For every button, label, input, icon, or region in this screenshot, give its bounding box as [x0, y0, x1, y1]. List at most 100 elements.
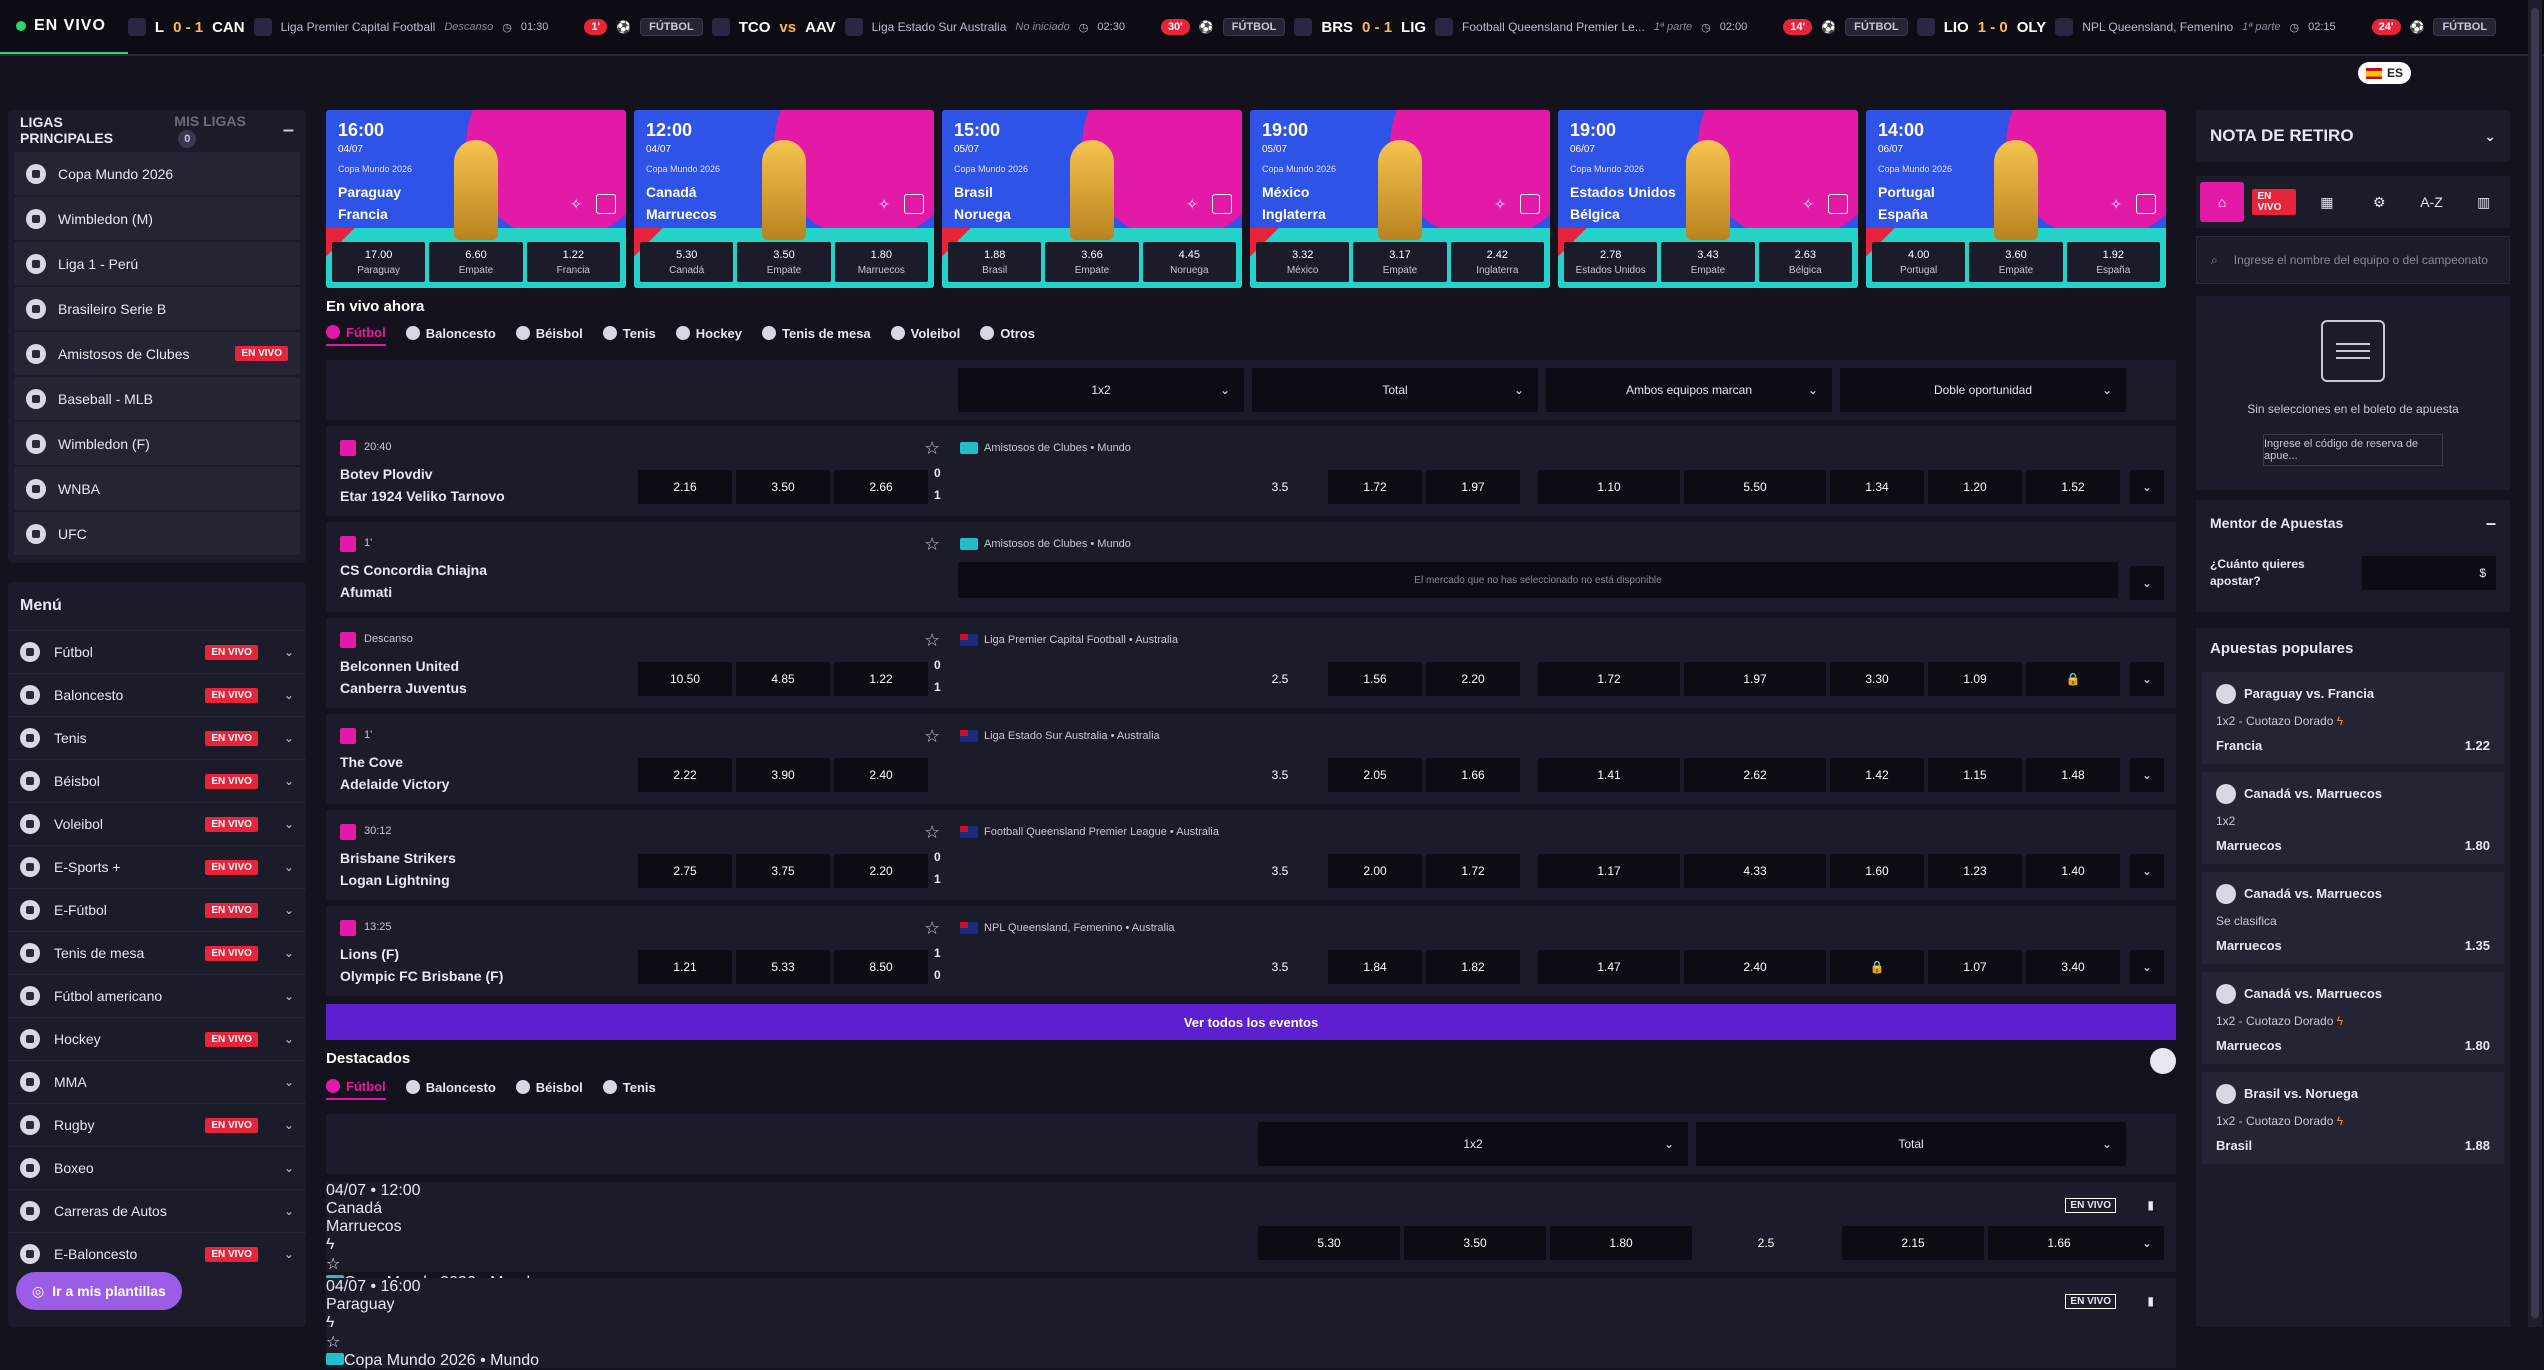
odd-button[interactable]: 1.20 — [1928, 470, 2022, 504]
odd-button[interactable]: 3.75 — [736, 854, 830, 888]
expand-icon[interactable]: ⌄ — [2130, 950, 2164, 984]
odd-button[interactable]: 3.30 — [1830, 662, 1924, 696]
featured-row[interactable]: 04/07 • 16:00 Paraguay ϟ ☆ Copa Mundo 2026 •… — [326, 1278, 2176, 1369]
menu-item[interactable]: Rugby EN VIVO ⌄ — [8, 1103, 306, 1146]
odd-button[interactable]: 2.15 — [1842, 1226, 1984, 1260]
expand-icon[interactable]: ⌄ — [2130, 470, 2164, 504]
promo-card[interactable]: 19:00 05/07 Copa Mundo 2026 México Inglaterr… — [1250, 110, 1550, 288]
odd-button[interactable]: 1.72 — [1426, 854, 1520, 888]
match-row[interactable]: 13:25 Lions (F) Olympic FC Brisbane (F) 1 0 ☆… — [326, 906, 2176, 996]
odd-button[interactable]: 2.78 Estados Unidos — [1564, 242, 1658, 282]
odd-button[interactable]: 1.52 — [2026, 470, 2120, 504]
odd-button[interactable]: 1.40 — [2026, 854, 2120, 888]
match-row[interactable]: 30:12 Brisbane Strikers Logan Lightning 0 1 ☆… — [326, 810, 2176, 900]
menu-item[interactable]: Hockey EN VIVO ⌄ — [8, 1017, 306, 1060]
popular-odd[interactable]: 1.22 — [2465, 738, 2490, 753]
odd-button[interactable]: 5.30 Canadá — [640, 242, 734, 282]
odd-button[interactable]: 3.17 Empate — [1353, 242, 1447, 282]
tab-sport[interactable]: Baloncesto — [405, 1074, 496, 1100]
menu-item[interactable]: Baloncesto EN VIVO ⌄ — [8, 673, 306, 716]
menu-item[interactable]: Tenis de mesa EN VIVO ⌄ — [8, 931, 306, 974]
ticker-item[interactable]: 14' ⚽ FÚTBOL LIO 1 - 0 OLY NPL Queensland, Fem… — [1783, 18, 2371, 36]
menu-item[interactable]: Fútbol americano ⌄ — [8, 974, 306, 1017]
collapse-icon[interactable]: – — [283, 119, 294, 142]
tab-sport[interactable]: Voleibol — [890, 320, 960, 346]
odd-button[interactable]: 3.32 México — [1256, 242, 1350, 282]
favorite-star-icon[interactable]: ☆ — [924, 630, 940, 651]
tab-sport[interactable]: Tenis — [602, 1074, 656, 1100]
league-item[interactable]: Wimbledon (F) — [14, 422, 300, 465]
odd-button[interactable]: 1.10 — [1538, 470, 1680, 504]
odd-button[interactable]: 2.42 Inglaterra — [1450, 242, 1544, 282]
odd-button[interactable]: 1.56 — [1328, 662, 1422, 696]
tab-my-leagues[interactable]: MIS LIGAS0 — [174, 113, 267, 148]
promo-card[interactable]: 16:00 04/07 Copa Mundo 2026 Paraguay Francia… — [326, 110, 626, 288]
odd-button[interactable]: 4.85 — [736, 662, 830, 696]
popular-bet[interactable]: Brasil vs. Noruega 1x2 - Cuotazo Dorado ϟ… — [2202, 1072, 2504, 1164]
expand-icon[interactable]: ⌄ — [2130, 566, 2164, 600]
menu-item[interactable]: E-Baloncesto EN VIVO ⌄ — [8, 1232, 306, 1275]
match-row[interactable]: Descanso Belconnen United Canberra Juventu… — [326, 618, 2176, 708]
odd-button[interactable]: 1.66 — [1426, 758, 1520, 792]
tab-a-z[interactable]: A-Z — [2409, 182, 2453, 222]
odd-button[interactable]: 5.50 — [1684, 470, 1826, 504]
stats-icon[interactable]: ▥ — [2462, 182, 2506, 222]
odd-button[interactable]: 5.30 — [1258, 1226, 1400, 1260]
odd-button[interactable]: 1.42 — [1830, 758, 1924, 792]
match-row[interactable]: 1' The Cove Adelaide Victory ☆ Liga Estado S… — [326, 714, 2176, 804]
favorite-star-icon[interactable]: ☆ — [924, 438, 940, 459]
tab-sport[interactable]: Tenis de mesa — [762, 320, 871, 346]
odd-button[interactable]: 2.66 — [834, 470, 928, 504]
popular-odd[interactable]: 1.88 — [2465, 1138, 2490, 1153]
ticker-item[interactable]: 30' ⚽ FÚTBOL BRS 0 - 1 LIG Football Queensland… — [1160, 18, 1783, 36]
tab-sport[interactable]: Baloncesto — [405, 320, 496, 346]
tab-sport[interactable]: Hockey — [675, 320, 742, 346]
odd-button[interactable]: 3.50 Empate — [737, 242, 831, 282]
match-row[interactable]: 1' CS Concordia Chiajna Afumati ☆ Amistosos … — [326, 522, 2176, 612]
match-row[interactable]: 20:40 Botev Plovdiv Etar 1924 Veliko Tarno… — [326, 426, 2176, 516]
odd-button[interactable]: 3.40 — [2026, 950, 2120, 984]
odd-button[interactable]: 1.09 — [1928, 662, 2022, 696]
odd-button[interactable]: 1.97 — [1426, 470, 1520, 504]
odd-button[interactable]: 10.50 — [638, 662, 732, 696]
league-item[interactable]: Copa Mundo 2026 — [14, 152, 300, 195]
favorite-star-icon[interactable]: ☆ — [924, 918, 940, 939]
odd-button[interactable]: 1.92 España — [2066, 242, 2160, 282]
odd-button[interactable]: 1.22 — [834, 662, 928, 696]
odd-button[interactable]: 3.50 — [1404, 1226, 1546, 1260]
gear-icon[interactable]: ⚙ — [2357, 182, 2401, 222]
market-select[interactable]: 1x2 ⌄ — [958, 368, 1244, 412]
odd-button[interactable]: 17.00 Paraguay — [332, 242, 426, 282]
market-select[interactable]: Doble oportunidad ⌄ — [1840, 368, 2126, 412]
market-select[interactable]: Total ⌄ — [1696, 1122, 2126, 1166]
odd-button[interactable]: 3.43 Empate — [1661, 242, 1755, 282]
promo-card[interactable]: 14:00 06/07 Copa Mundo 2026 Portugal España ✧… — [1866, 110, 2166, 288]
menu-item[interactable]: Boxeo ⌄ — [8, 1146, 306, 1189]
odd-button[interactable]: 1.88 Brasil — [948, 242, 1042, 282]
odd-button[interactable]: 3.50 — [736, 470, 830, 504]
menu-item[interactable]: Carreras de Autos ⌄ — [8, 1189, 306, 1232]
odd-button[interactable]: 1.82 — [1426, 950, 1520, 984]
promo-card[interactable]: 19:00 06/07 Copa Mundo 2026 Estados Unidos B… — [1558, 110, 1858, 288]
odd-button[interactable]: 2.20 — [834, 854, 928, 888]
menu-item[interactable]: E-Fútbol EN VIVO ⌄ — [8, 888, 306, 931]
popular-odd[interactable]: 1.80 — [2465, 1038, 2490, 1053]
odd-button[interactable]: 1.15 — [1928, 758, 2022, 792]
scrollbar-thumb[interactable] — [2531, 8, 2539, 1318]
odd-button[interactable]: 1.80 Marruecos — [834, 242, 928, 282]
tab-sport[interactable]: Otros — [980, 320, 1035, 346]
league-item[interactable]: Baseball - MLB — [14, 377, 300, 420]
language-selector[interactable]: ES — [2358, 62, 2412, 84]
favorite-star-icon[interactable]: ☆ — [924, 822, 940, 843]
market-select[interactable]: Ambos equipos marcan ⌄ — [1546, 368, 1832, 412]
odd-button[interactable]: 1.23 — [1928, 854, 2022, 888]
odd-button[interactable]: 2.05 — [1328, 758, 1422, 792]
odd-button[interactable]: 1.60 — [1830, 854, 1924, 888]
league-item[interactable]: Brasileiro Serie B — [14, 287, 300, 330]
expand-icon[interactable]: ⌄ — [2130, 854, 2164, 888]
booking-code-input[interactable]: Ingrese el código de reserva de apue... — [2263, 434, 2443, 466]
all-events-button[interactable]: Ver todos los eventos — [326, 1004, 2176, 1040]
odd-button[interactable]: 1.22 Francia — [526, 242, 620, 282]
odd-button[interactable]: 2.63 Bélgica — [1758, 242, 1852, 282]
odd-button[interactable]: 1.80 — [1550, 1226, 1692, 1260]
